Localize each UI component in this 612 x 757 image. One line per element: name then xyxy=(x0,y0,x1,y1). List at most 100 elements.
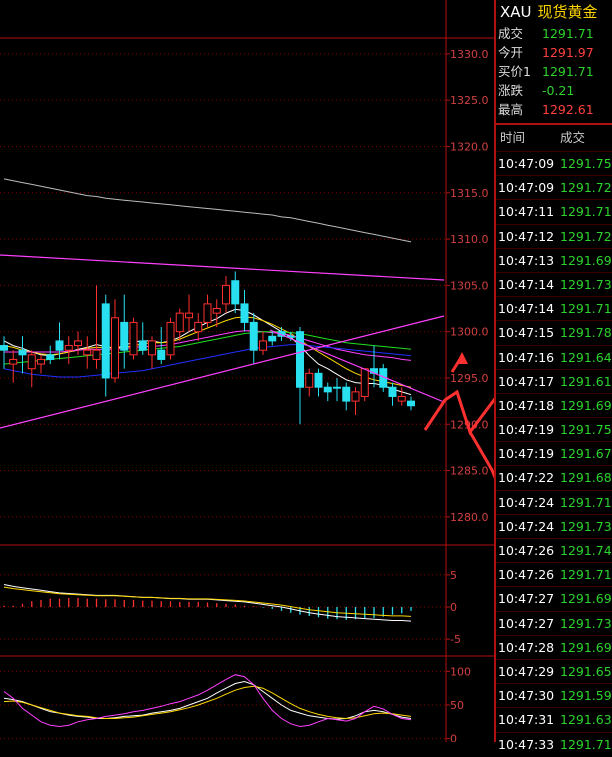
quote-value: -0.21 xyxy=(542,83,575,98)
y-tick-label: 0 xyxy=(450,601,457,614)
tick-row[interactable]: 10:47:27 1291.73 xyxy=(496,610,612,635)
tick-row[interactable]: 10:47:14 1291.71 xyxy=(496,296,612,320)
tick-price: 1291.69 xyxy=(560,397,612,413)
tick-row[interactable]: 10:47:26 1291.71 xyxy=(496,562,612,586)
quote-row: 买价1 1291.71 xyxy=(496,62,612,81)
tick-price: 1291.59 xyxy=(560,688,612,704)
quote-label: 成交 xyxy=(498,26,524,41)
tick-price: 1291.78 xyxy=(560,325,612,341)
tick-price: 1291.61 xyxy=(560,373,612,389)
tick-price: 1291.72 xyxy=(560,180,612,196)
tick-row[interactable]: 10:47:33 1291.71 xyxy=(496,731,612,756)
tick-row[interactable]: 10:47:19 1291.67 xyxy=(496,441,612,465)
candle-body xyxy=(222,284,230,305)
tick-price: 1291.72 xyxy=(560,228,612,244)
candle-body xyxy=(9,358,18,365)
tick-price: 1291.71 xyxy=(560,301,612,317)
tick-price: 1291.69 xyxy=(560,639,612,655)
tick-price: 1291.63 xyxy=(560,712,612,728)
candle-body xyxy=(240,303,249,323)
tick-time: 10:47:14 xyxy=(498,276,555,292)
quote-row: 今开 1291.97 xyxy=(496,43,612,62)
ticks-header-time: 时间 xyxy=(500,130,526,145)
quote-label: 最高 xyxy=(498,102,524,117)
tick-price: 1291.67 xyxy=(560,446,612,462)
y-tick-label: 1320.0 xyxy=(450,140,489,153)
tick-row[interactable]: 10:47:28 1291.69 xyxy=(496,634,612,659)
y-tick-label: -5 xyxy=(450,633,461,646)
candle-body xyxy=(268,335,277,342)
tick-time: 10:47:09 xyxy=(498,180,555,196)
moving-average-line xyxy=(3,178,412,243)
tick-list[interactable]: 10:47:09 1291.75 10:47:09 1291.72 10:47:11 12… xyxy=(496,151,612,756)
kline-chart[interactable]: 1330.0 1325.0 1320.0 1315.0 1310.0 1305.0 1300… xyxy=(0,0,494,742)
tick-price: 1291.71 xyxy=(560,736,612,752)
tick-price: 1291.73 xyxy=(560,615,612,631)
tick-price: 1291.65 xyxy=(560,663,612,679)
chart-area[interactable]: 1330.0 1325.0 1320.0 1315.0 1310.0 1305.0 1300… xyxy=(0,0,494,742)
tick-row[interactable]: 10:47:31 1291.63 xyxy=(496,707,612,731)
tick-row[interactable]: 10:47:16 1291.64 xyxy=(496,344,612,369)
tick-price: 1291.75 xyxy=(560,422,612,438)
candle-body xyxy=(397,395,406,402)
candle-body xyxy=(203,303,212,323)
tick-time: 10:47:16 xyxy=(498,349,555,365)
tick-row[interactable]: 10:47:12 1291.72 xyxy=(496,223,612,248)
candle-body xyxy=(259,340,267,351)
candle-body xyxy=(83,349,92,356)
tick-row[interactable]: 10:47:24 1291.71 xyxy=(496,489,612,514)
candle-body xyxy=(194,321,203,333)
tick-time: 10:47:18 xyxy=(498,397,555,413)
symbol-code: XAU xyxy=(500,3,532,21)
tick-row[interactable]: 10:47:09 1291.72 xyxy=(496,175,612,199)
tick-row[interactable]: 10:47:17 1291.61 xyxy=(496,368,612,393)
tick-row[interactable]: 10:47:13 1291.69 xyxy=(496,247,612,272)
tick-time: 10:47:30 xyxy=(498,688,555,704)
candle-body xyxy=(55,340,64,351)
candle-body xyxy=(212,308,221,314)
tick-time: 10:47:13 xyxy=(498,252,555,268)
y-tick-label: 0 xyxy=(450,733,457,742)
tick-row[interactable]: 10:47:19 1291.75 xyxy=(496,417,612,441)
candle-body xyxy=(37,358,45,365)
tick-row[interactable]: 10:47:11 1291.71 xyxy=(496,199,612,223)
tick-row[interactable]: 10:47:18 1291.69 xyxy=(496,392,612,417)
quote-value: 1291.71 xyxy=(542,64,594,79)
tick-price: 1291.73 xyxy=(560,518,612,534)
tick-time: 10:47:29 xyxy=(498,663,555,679)
tick-time: 10:47:11 xyxy=(498,204,555,220)
candle-body xyxy=(323,386,332,393)
y-tick-label: 50 xyxy=(450,699,464,712)
trendline-upper xyxy=(0,254,445,281)
tick-price: 1291.69 xyxy=(560,252,612,268)
macd-line xyxy=(3,586,412,617)
candle-body xyxy=(388,386,397,397)
y-tick-label: 5 xyxy=(450,569,457,582)
candle-body xyxy=(333,386,341,389)
tick-row[interactable]: 10:47:15 1291.78 xyxy=(496,320,612,344)
y-tick-label: 1280.0 xyxy=(450,511,489,524)
quote-value: 1291.97 xyxy=(542,45,594,60)
candle-body xyxy=(249,321,258,351)
candle-body xyxy=(351,391,360,402)
tick-row[interactable]: 10:47:22 1291.68 xyxy=(496,465,612,489)
tick-time: 10:47:15 xyxy=(498,325,555,341)
candle-body xyxy=(27,354,36,370)
tick-row[interactable]: 10:47:26 1291.74 xyxy=(496,538,612,562)
tick-price: 1291.73 xyxy=(560,276,612,292)
quote-list: 成交 1291.71 今开 1291.97 买价1 1291.71 涨跌 -0.21 最高 129… xyxy=(496,24,612,119)
tick-row[interactable]: 10:47:14 1291.73 xyxy=(496,271,612,296)
tick-row[interactable]: 10:47:30 1291.59 xyxy=(496,683,612,707)
tick-row[interactable]: 10:47:24 1291.73 xyxy=(496,513,612,538)
y-tick-label: 1310.0 xyxy=(450,233,489,246)
tick-row[interactable]: 10:47:27 1291.69 xyxy=(496,586,612,610)
candle-body xyxy=(148,340,156,356)
tick-price: 1291.75 xyxy=(560,156,612,171)
kdj-line xyxy=(3,674,412,728)
tick-time: 10:47:22 xyxy=(498,470,555,486)
candle-body xyxy=(407,400,415,407)
tick-row[interactable]: 10:47:09 1291.75 xyxy=(496,151,612,175)
tick-time: 10:47:19 xyxy=(498,446,555,462)
ticks-header-price: 成交 xyxy=(560,130,586,145)
tick-row[interactable]: 10:47:29 1291.65 xyxy=(496,658,612,683)
